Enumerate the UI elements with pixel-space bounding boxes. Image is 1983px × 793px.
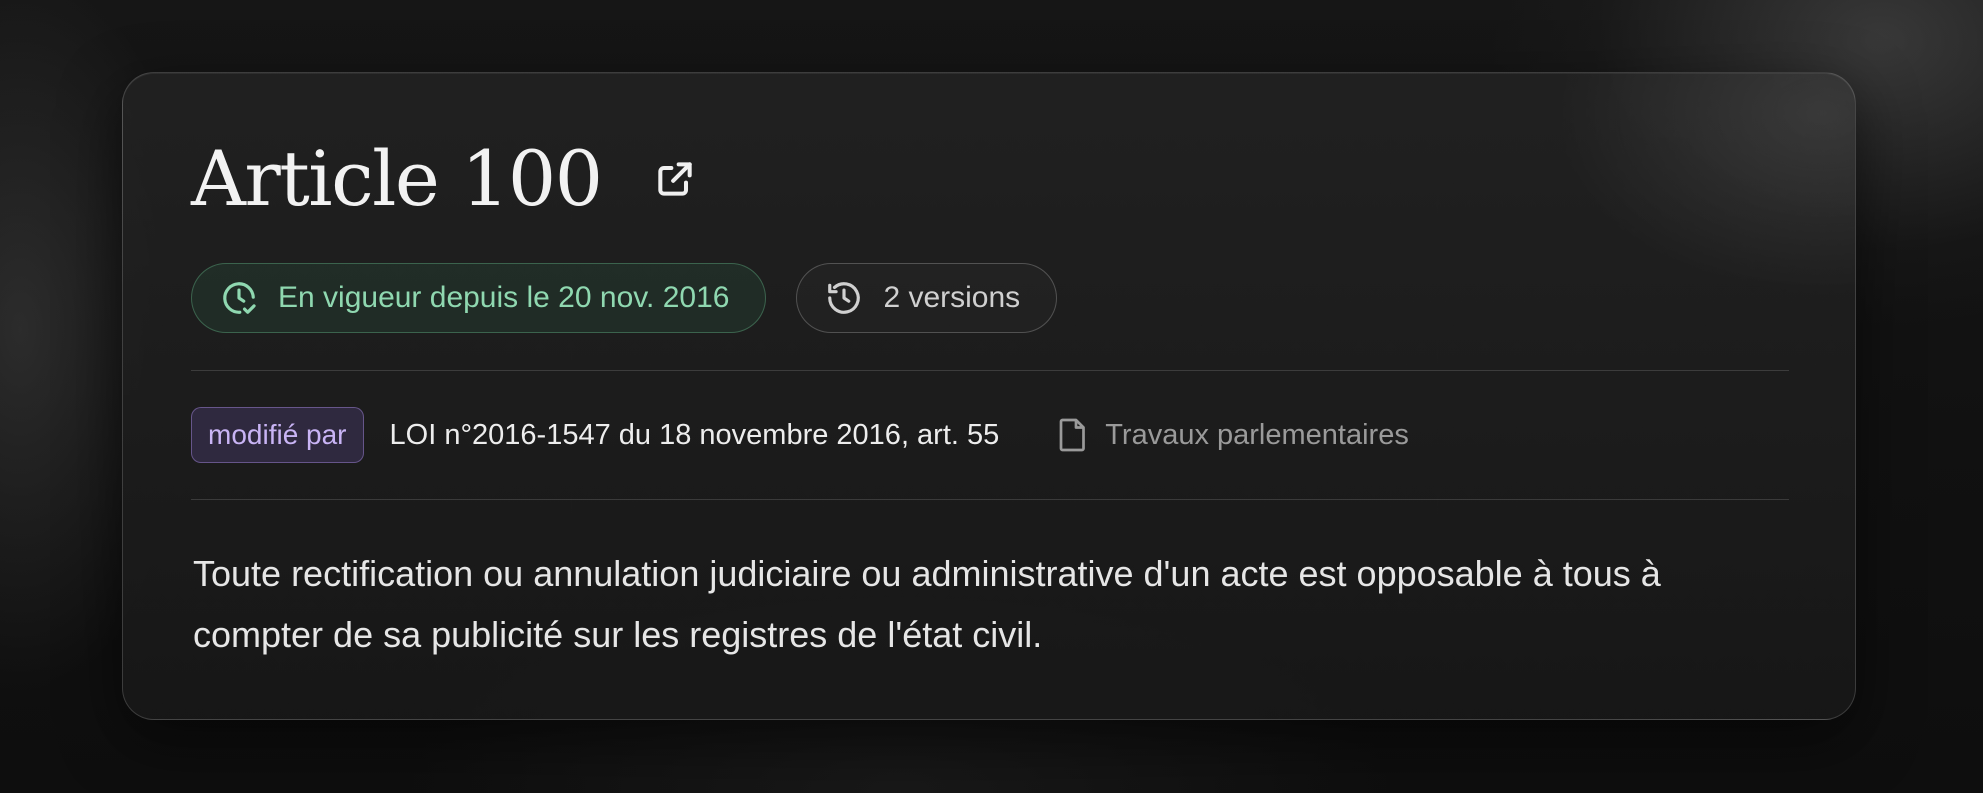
article-body-text: Toute rectification ou annulation judici… bbox=[193, 553, 1661, 655]
travaux-parlementaires-link[interactable]: Travaux parlementaires bbox=[1057, 417, 1409, 453]
versions-button[interactable]: 2 versions bbox=[796, 263, 1058, 333]
clock-check-icon bbox=[220, 279, 258, 317]
article-title: Article 100 bbox=[191, 134, 603, 223]
divider-top bbox=[191, 370, 1789, 371]
travaux-label: Travaux parlementaires bbox=[1105, 418, 1409, 451]
title-row: Article 100 bbox=[191, 129, 698, 229]
external-link-icon[interactable] bbox=[652, 156, 698, 202]
modified-by-tag: modifié par bbox=[191, 407, 364, 463]
history-icon bbox=[825, 279, 863, 317]
divider-bottom bbox=[191, 499, 1789, 500]
document-icon bbox=[1057, 417, 1089, 453]
in-force-label: En vigueur depuis le 20 nov. 2016 bbox=[278, 281, 730, 314]
law-reference[interactable]: LOI n°2016-1547 du 18 novembre 2016, art… bbox=[390, 419, 1000, 452]
modification-row: modifié par LOI n°2016-1547 du 18 novemb… bbox=[191, 407, 1409, 463]
status-badges: En vigueur depuis le 20 nov. 2016 2 vers… bbox=[191, 263, 1058, 333]
in-force-badge: En vigueur depuis le 20 nov. 2016 bbox=[191, 263, 767, 333]
article-card: Article 100 En vigueur depuis le 20 nov.… bbox=[122, 72, 1856, 720]
versions-label: 2 versions bbox=[883, 281, 1021, 314]
